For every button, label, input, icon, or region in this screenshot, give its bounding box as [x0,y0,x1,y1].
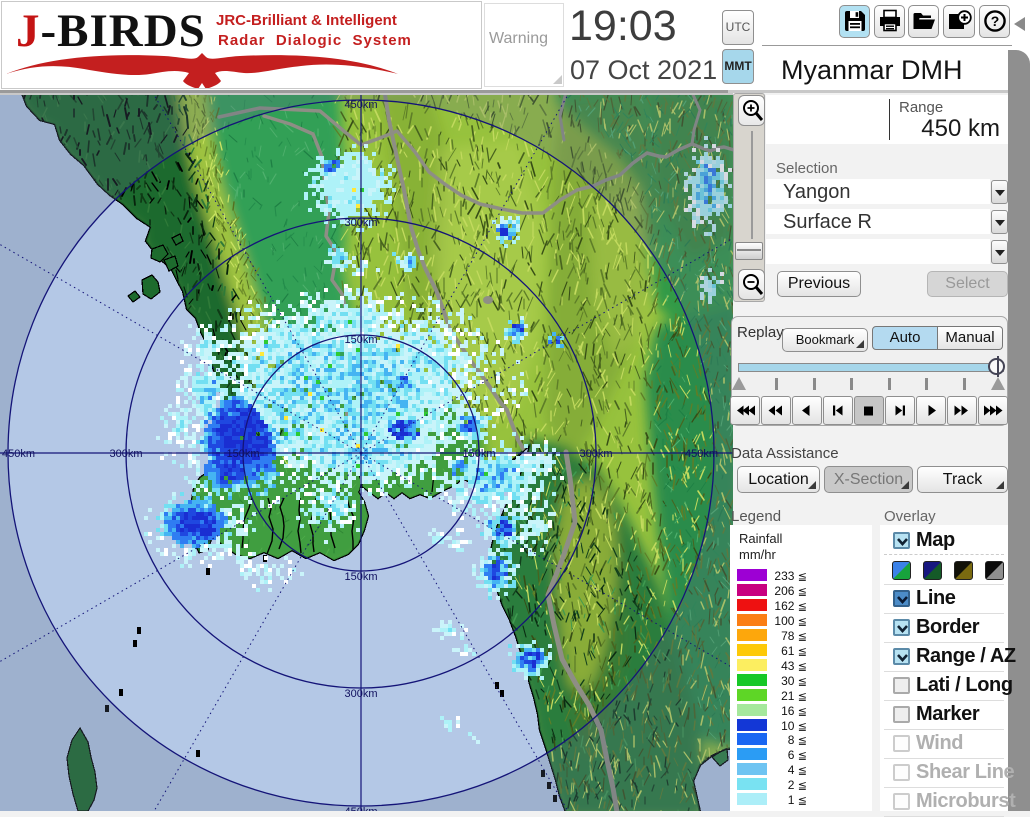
svg-text:300km: 300km [579,448,612,460]
svg-text:300km: 300km [109,448,142,460]
svg-text:450km: 450km [685,448,718,460]
svg-text:450km: 450km [344,99,377,111]
svg-text:150km: 150km [462,448,495,460]
svg-text:?: ? [991,13,1000,29]
svg-text:300km: 300km [344,688,377,700]
svg-text:450km: 450km [344,806,377,811]
svg-text:150km: 150km [226,448,259,460]
svg-text:300km: 300km [344,217,377,229]
svg-text:150km: 150km [344,571,377,583]
svg-text:450km: 450km [2,448,35,460]
svg-text:150km: 150km [344,334,377,346]
